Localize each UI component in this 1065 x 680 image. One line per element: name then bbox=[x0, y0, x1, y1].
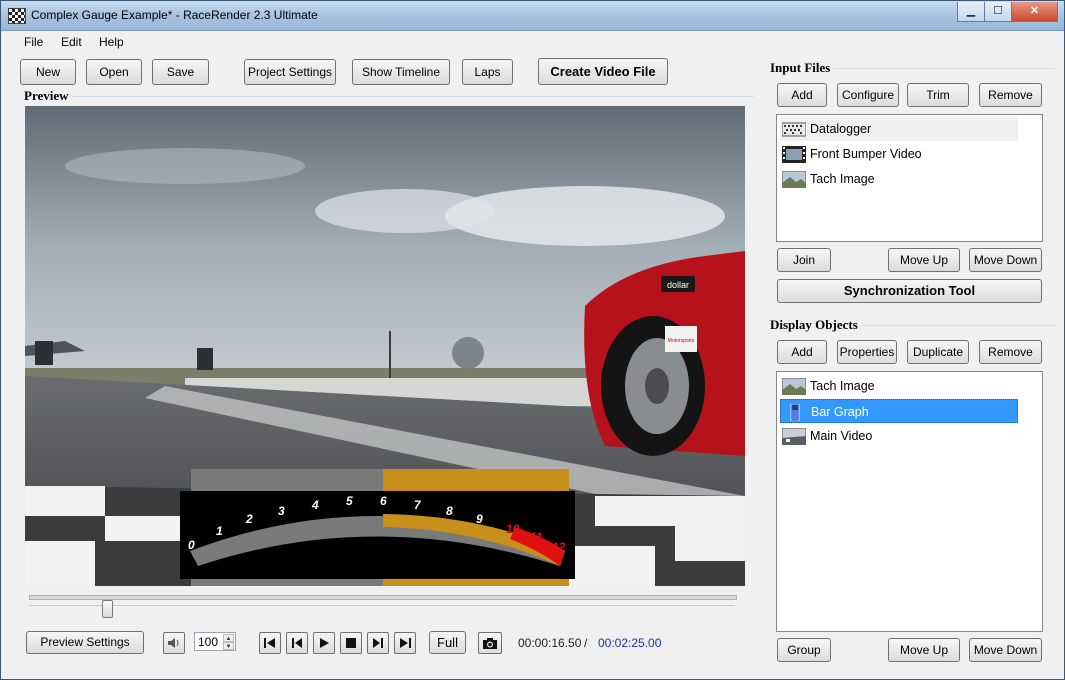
menu-help[interactable]: Help bbox=[99, 35, 124, 49]
display-objects-label: Display Objects bbox=[767, 317, 861, 333]
close-button[interactable]: ✕ bbox=[1011, 2, 1058, 22]
create-video-file-button[interactable]: Create Video File bbox=[538, 58, 668, 85]
film-icon bbox=[782, 146, 806, 163]
list-item-label: Front Bumper Video bbox=[810, 147, 922, 161]
input-configure-button[interactable]: Configure bbox=[837, 83, 899, 107]
display-objects-list[interactable]: Tach Image Bar Graph Main Video bbox=[776, 371, 1043, 632]
input-add-button[interactable]: Add bbox=[777, 83, 827, 107]
volume-value: 100 bbox=[198, 635, 219, 649]
sign-board bbox=[197, 348, 213, 370]
cloud bbox=[315, 189, 495, 233]
list-item-label: Main Video bbox=[810, 429, 873, 443]
image-icon bbox=[782, 171, 806, 188]
laps-button[interactable]: Laps bbox=[462, 59, 513, 85]
tach-label: 1 bbox=[216, 524, 223, 538]
tach-label: 0 bbox=[188, 538, 195, 552]
open-button[interactable]: Open bbox=[86, 59, 142, 85]
full-button[interactable]: Full bbox=[429, 631, 466, 654]
video-icon bbox=[782, 428, 806, 445]
step-forward-icon[interactable] bbox=[367, 632, 389, 654]
timeline-thumb[interactable] bbox=[101, 600, 113, 618]
list-item-selected[interactable]: Bar Graph bbox=[780, 399, 1018, 423]
menu-bar: File Edit Help bbox=[1, 31, 1064, 53]
tach-label: 5 bbox=[346, 494, 353, 508]
input-move-down-button[interactable]: Move Down bbox=[969, 248, 1042, 272]
tach-label: 2 bbox=[245, 512, 253, 526]
new-button[interactable]: New bbox=[20, 59, 76, 85]
save-button[interactable]: Save bbox=[152, 59, 209, 85]
tach-label: 6 bbox=[380, 494, 387, 508]
stop-icon[interactable] bbox=[340, 632, 362, 654]
total-time: 00:02:25.00 bbox=[598, 636, 662, 650]
list-item[interactable]: Main Video bbox=[780, 424, 1018, 448]
timeline-tick-line bbox=[29, 605, 735, 606]
list-item-label: Bar Graph bbox=[811, 405, 869, 419]
object-remove-button[interactable]: Remove bbox=[979, 340, 1042, 364]
duplicate-button[interactable]: Duplicate bbox=[907, 340, 969, 364]
list-item[interactable]: Tach Image bbox=[780, 374, 1018, 398]
object-move-up-button[interactable]: Move Up bbox=[888, 638, 960, 662]
car-decal: dollar bbox=[667, 280, 689, 290]
list-item[interactable]: Tach Image bbox=[780, 167, 1018, 191]
list-item[interactable]: Front Bumper Video bbox=[780, 142, 1018, 166]
object-move-down-button[interactable]: Move Down bbox=[969, 638, 1042, 662]
input-trim-button[interactable]: Trim bbox=[907, 83, 969, 107]
input-move-up-button[interactable]: Move Up bbox=[888, 248, 960, 272]
group-button[interactable]: Group bbox=[777, 638, 831, 662]
preview-group-line bbox=[21, 96, 754, 97]
menu-edit[interactable]: Edit bbox=[61, 35, 82, 49]
list-item-label: Tach Image bbox=[810, 379, 875, 393]
object-add-button[interactable]: Add bbox=[777, 340, 827, 364]
tach-label: 8 bbox=[446, 504, 453, 518]
tree bbox=[452, 337, 484, 369]
timeline-track[interactable] bbox=[29, 595, 737, 600]
menu-file[interactable]: File bbox=[24, 35, 43, 49]
input-remove-button[interactable]: Remove bbox=[979, 83, 1042, 107]
title-bar: Complex Gauge Example* - RaceRender 2.3 … bbox=[1, 1, 1064, 31]
tach-label: 11 bbox=[530, 530, 543, 544]
play-icon[interactable] bbox=[313, 632, 335, 654]
spin-up-icon[interactable]: ▲ bbox=[223, 634, 234, 642]
time-separator: / bbox=[584, 636, 588, 650]
synchronization-tool-button[interactable]: Synchronization Tool bbox=[777, 279, 1042, 303]
checkered-flag-icon bbox=[8, 8, 26, 24]
spin-down-icon[interactable]: ▼ bbox=[223, 642, 234, 650]
sign-board bbox=[35, 341, 53, 365]
list-item-label: Datalogger bbox=[810, 122, 872, 136]
cloud bbox=[65, 148, 305, 184]
input-files-list[interactable]: Datalogger Front Bumper Video Tach Image bbox=[776, 114, 1043, 242]
tach-label: 10 bbox=[506, 522, 520, 536]
maximize-button[interactable]: ☐ bbox=[984, 2, 1012, 22]
tach-label: 12 bbox=[552, 540, 566, 554]
car-decal: Motorsports bbox=[668, 338, 695, 344]
join-button[interactable]: Join bbox=[777, 248, 831, 272]
window-title: Complex Gauge Example* - RaceRender 2.3 … bbox=[31, 8, 318, 22]
properties-button[interactable]: Properties bbox=[837, 340, 897, 364]
tach-label: 3 bbox=[278, 504, 285, 518]
list-item[interactable]: Datalogger bbox=[780, 117, 1018, 141]
step-back-icon[interactable] bbox=[286, 632, 308, 654]
tach-label: 4 bbox=[311, 498, 319, 512]
step-forward-fast-icon[interactable] bbox=[394, 632, 416, 654]
datalogger-icon bbox=[782, 122, 806, 137]
tach-label: 9 bbox=[476, 512, 483, 526]
tach-gauge: 0 1 2 3 4 5 6 7 8 9 10 11 12 bbox=[180, 469, 575, 586]
preview-settings-button[interactable]: Preview Settings bbox=[26, 631, 144, 654]
app-window: Complex Gauge Example* - RaceRender 2.3 … bbox=[0, 0, 1065, 680]
current-time: 00:00:16.50 bbox=[518, 636, 582, 650]
image-icon bbox=[782, 378, 806, 395]
step-back-fast-icon[interactable] bbox=[259, 632, 281, 654]
speaker-icon[interactable] bbox=[163, 632, 185, 654]
preview-video[interactable]: dollar Motorsports 0 1 2 3 4 5 6 7 8 9 1… bbox=[25, 106, 745, 586]
list-item-label: Tach Image bbox=[810, 172, 875, 186]
input-files-label: Input Files bbox=[767, 60, 834, 76]
volume-input[interactable]: 100 ▲ ▼ bbox=[194, 632, 236, 651]
camera-icon[interactable] bbox=[478, 632, 502, 654]
bar-graph-icon bbox=[790, 404, 800, 421]
preview-label: Preview bbox=[21, 88, 72, 104]
project-settings-button[interactable]: Project Settings bbox=[244, 59, 336, 85]
minimize-button[interactable]: ▁ bbox=[957, 2, 985, 22]
show-timeline-button[interactable]: Show Timeline bbox=[352, 59, 450, 85]
